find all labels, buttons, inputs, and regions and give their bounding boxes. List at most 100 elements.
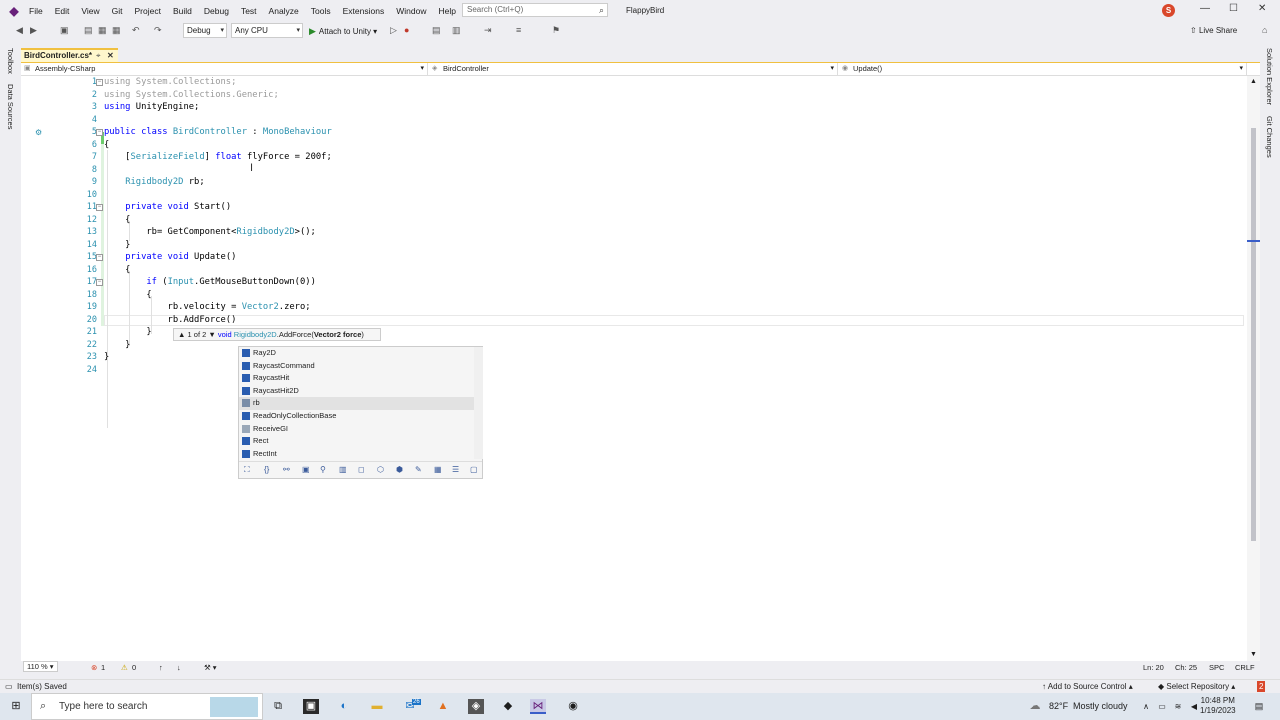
list-item[interactable]: Ray2D [239,347,474,360]
attach-to-unity-button[interactable]: ▶ Attach to Unity ▾ [309,26,377,37]
fold-toggle[interactable]: − [96,129,103,136]
vertical-scrollbar[interactable]: ▲ ▼ [1247,76,1260,661]
line-indicator[interactable]: Ln: 20 [1143,661,1164,674]
warning-icon[interactable]: ⚠ [121,661,128,674]
avatar[interactable]: S [1162,4,1175,17]
toolbox-tab[interactable]: Toolbox [6,48,15,74]
class-filter-icon[interactable]: ▣ [302,465,310,474]
menu-extensions[interactable]: Extensions [343,6,385,16]
list-item[interactable]: Rect [239,435,474,448]
expand-filter-icon[interactable]: ⛶ [244,465,250,475]
method-filter-icon[interactable]: ⬢ [396,465,403,474]
notification-badge[interactable]: 2 [1257,681,1266,692]
toolbar-icon-a[interactable]: ▤ [432,25,441,36]
completion-scrollbar[interactable] [474,347,483,459]
code-editor[interactable]: ⚙ 1 2 3 4 5 6 7 8 9 10 11 12 13 14 15 16… [21,76,1247,661]
redo-icon[interactable]: ↷ [154,25,162,36]
fold-toggle[interactable]: − [96,79,103,86]
configuration-dropdown[interactable]: Debug ▾ [183,23,227,38]
comment-icon[interactable]: ≡ [516,25,521,35]
menu-view[interactable]: View [81,6,99,16]
codelens-icon[interactable]: ⚙ [35,128,42,137]
keyword-filter-icon[interactable]: ☰ [452,465,459,474]
taskbar-search[interactable]: ⌕ Type here to search [31,693,263,720]
error-icon[interactable]: ⊗ [91,661,97,674]
class-dropdown[interactable]: ◈ BirdController ▾ [429,63,838,76]
platform-dropdown[interactable]: Any CPU ▾ [231,23,303,38]
completion-list[interactable]: Ray2D RaycastCommand RaycastHit RaycastH… [238,346,483,479]
forward-icon[interactable]: ▶ [30,25,37,36]
visual-studio-icon[interactable]: ⋈ [530,699,546,714]
whitespace-indicator[interactable]: SPC [1209,661,1224,674]
enum-filter-icon[interactable]: ▥ [339,465,347,474]
list-item[interactable]: RaycastHit2D [239,385,474,398]
scroll-up-icon[interactable]: ▲ [1250,78,1257,85]
list-item[interactable]: RaycastCommand [239,360,474,373]
show-hidden-icons-icon[interactable]: ∧ [1138,699,1154,714]
close-icon[interactable]: ✕ [107,50,114,62]
hot-reload-icon[interactable]: ● [404,25,409,35]
save-all-icon[interactable]: ▦ [112,25,121,36]
wifi-icon[interactable]: ≋ [1170,699,1186,714]
search-input[interactable]: Search (Ctrl+Q) ⌕ [462,3,608,17]
menu-test[interactable]: Test [241,6,257,16]
git-changes-tab[interactable]: Git Changes [1265,116,1274,158]
project-dropdown[interactable]: ▣ Assembly-CSharp ▾ [21,63,428,76]
windows-start-icon[interactable]: ⊞ [8,699,24,714]
menu-build[interactable]: Build [173,6,192,16]
menu-analyze[interactable]: Analyze [269,6,299,16]
list-item[interactable]: ReceiveGI [239,423,474,436]
solution-explorer-tab[interactable]: Solution Explorer [1265,48,1274,105]
toolbar-icon-c[interactable]: ⇥ [484,25,492,36]
list-item[interactable]: ReadOnlyCollectionBase [239,410,474,423]
store-icon[interactable]: ▣ [303,699,319,714]
scroll-down-icon[interactable]: ▼ [1250,651,1257,658]
file-explorer-icon[interactable]: ▬ [369,699,385,714]
vlc-icon[interactable]: ▲ [435,699,451,714]
select-repository-button[interactable]: ◆ Select Repository ▴ [1158,680,1235,693]
weather-description[interactable]: Mostly cloudy [1073,701,1128,711]
data-sources-tab[interactable]: Data Sources [6,84,15,129]
notification-center-icon[interactable]: ▤ [1251,699,1267,714]
back-icon[interactable]: ◀ [16,25,23,36]
new-project-icon[interactable]: ▣ [60,25,69,36]
menu-project[interactable]: Project [135,6,161,16]
interface-filter-icon[interactable]: ◻ [358,465,365,474]
next-issue-icon[interactable]: ↓ [177,661,181,674]
list-item-selected[interactable]: rb [239,397,474,410]
menu-edit[interactable]: Edit [55,6,70,16]
snippet-filter-icon[interactable]: ▢ [470,465,478,474]
fold-toggle[interactable]: − [96,279,103,286]
open-icon[interactable]: ▤ [84,25,93,36]
source-control-button[interactable]: ↑ Add to Source Control ▴ [1042,680,1133,693]
overload-down-icon[interactable]: ▼ [208,330,215,339]
bookmark-icon[interactable]: ⚑ [552,25,560,36]
obs-icon[interactable]: ◉ [565,699,581,714]
document-tab[interactable]: BirdController.cs* ⌖ ✕ [21,48,118,62]
live-share-button[interactable]: ⇧ Live Share [1190,26,1237,35]
line-ending-indicator[interactable]: CRLF [1235,661,1255,674]
feedback-icon[interactable]: ⌂ [1262,25,1267,35]
struct-filter-icon[interactable]: ⬡ [377,465,384,474]
previous-issue-icon[interactable]: ↑ [159,661,163,674]
menu-window[interactable]: Window [396,6,426,16]
maximize-icon[interactable]: ☐ [1229,3,1238,14]
list-item[interactable]: RectInt [239,448,474,461]
overload-up-icon[interactable]: ▲ [178,330,185,339]
module-filter-icon[interactable]: ⚯ [283,465,290,474]
fold-toggle[interactable]: − [96,204,103,211]
pin-icon[interactable]: ⌖ [96,50,101,62]
start-without-debug-icon[interactable]: ▷ [390,25,397,36]
menu-git[interactable]: Git [112,6,123,16]
edge-icon[interactable]: ◐ [336,699,352,714]
property-filter-icon[interactable]: ✎ [415,465,422,474]
scroll-thumb[interactable] [1251,128,1256,541]
list-item[interactable]: RaycastHit [239,372,474,385]
namespace-filter-icon[interactable]: {} [264,465,269,474]
save-icon[interactable]: ▦ [98,25,107,36]
close-window-icon[interactable]: ✕ [1258,3,1266,14]
app-icon[interactable]: ◈ [468,699,484,714]
fold-toggle[interactable]: − [96,254,103,261]
cleanup-icon[interactable]: ⚒ ▾ [204,661,217,674]
menu-help[interactable]: Help [438,6,455,16]
